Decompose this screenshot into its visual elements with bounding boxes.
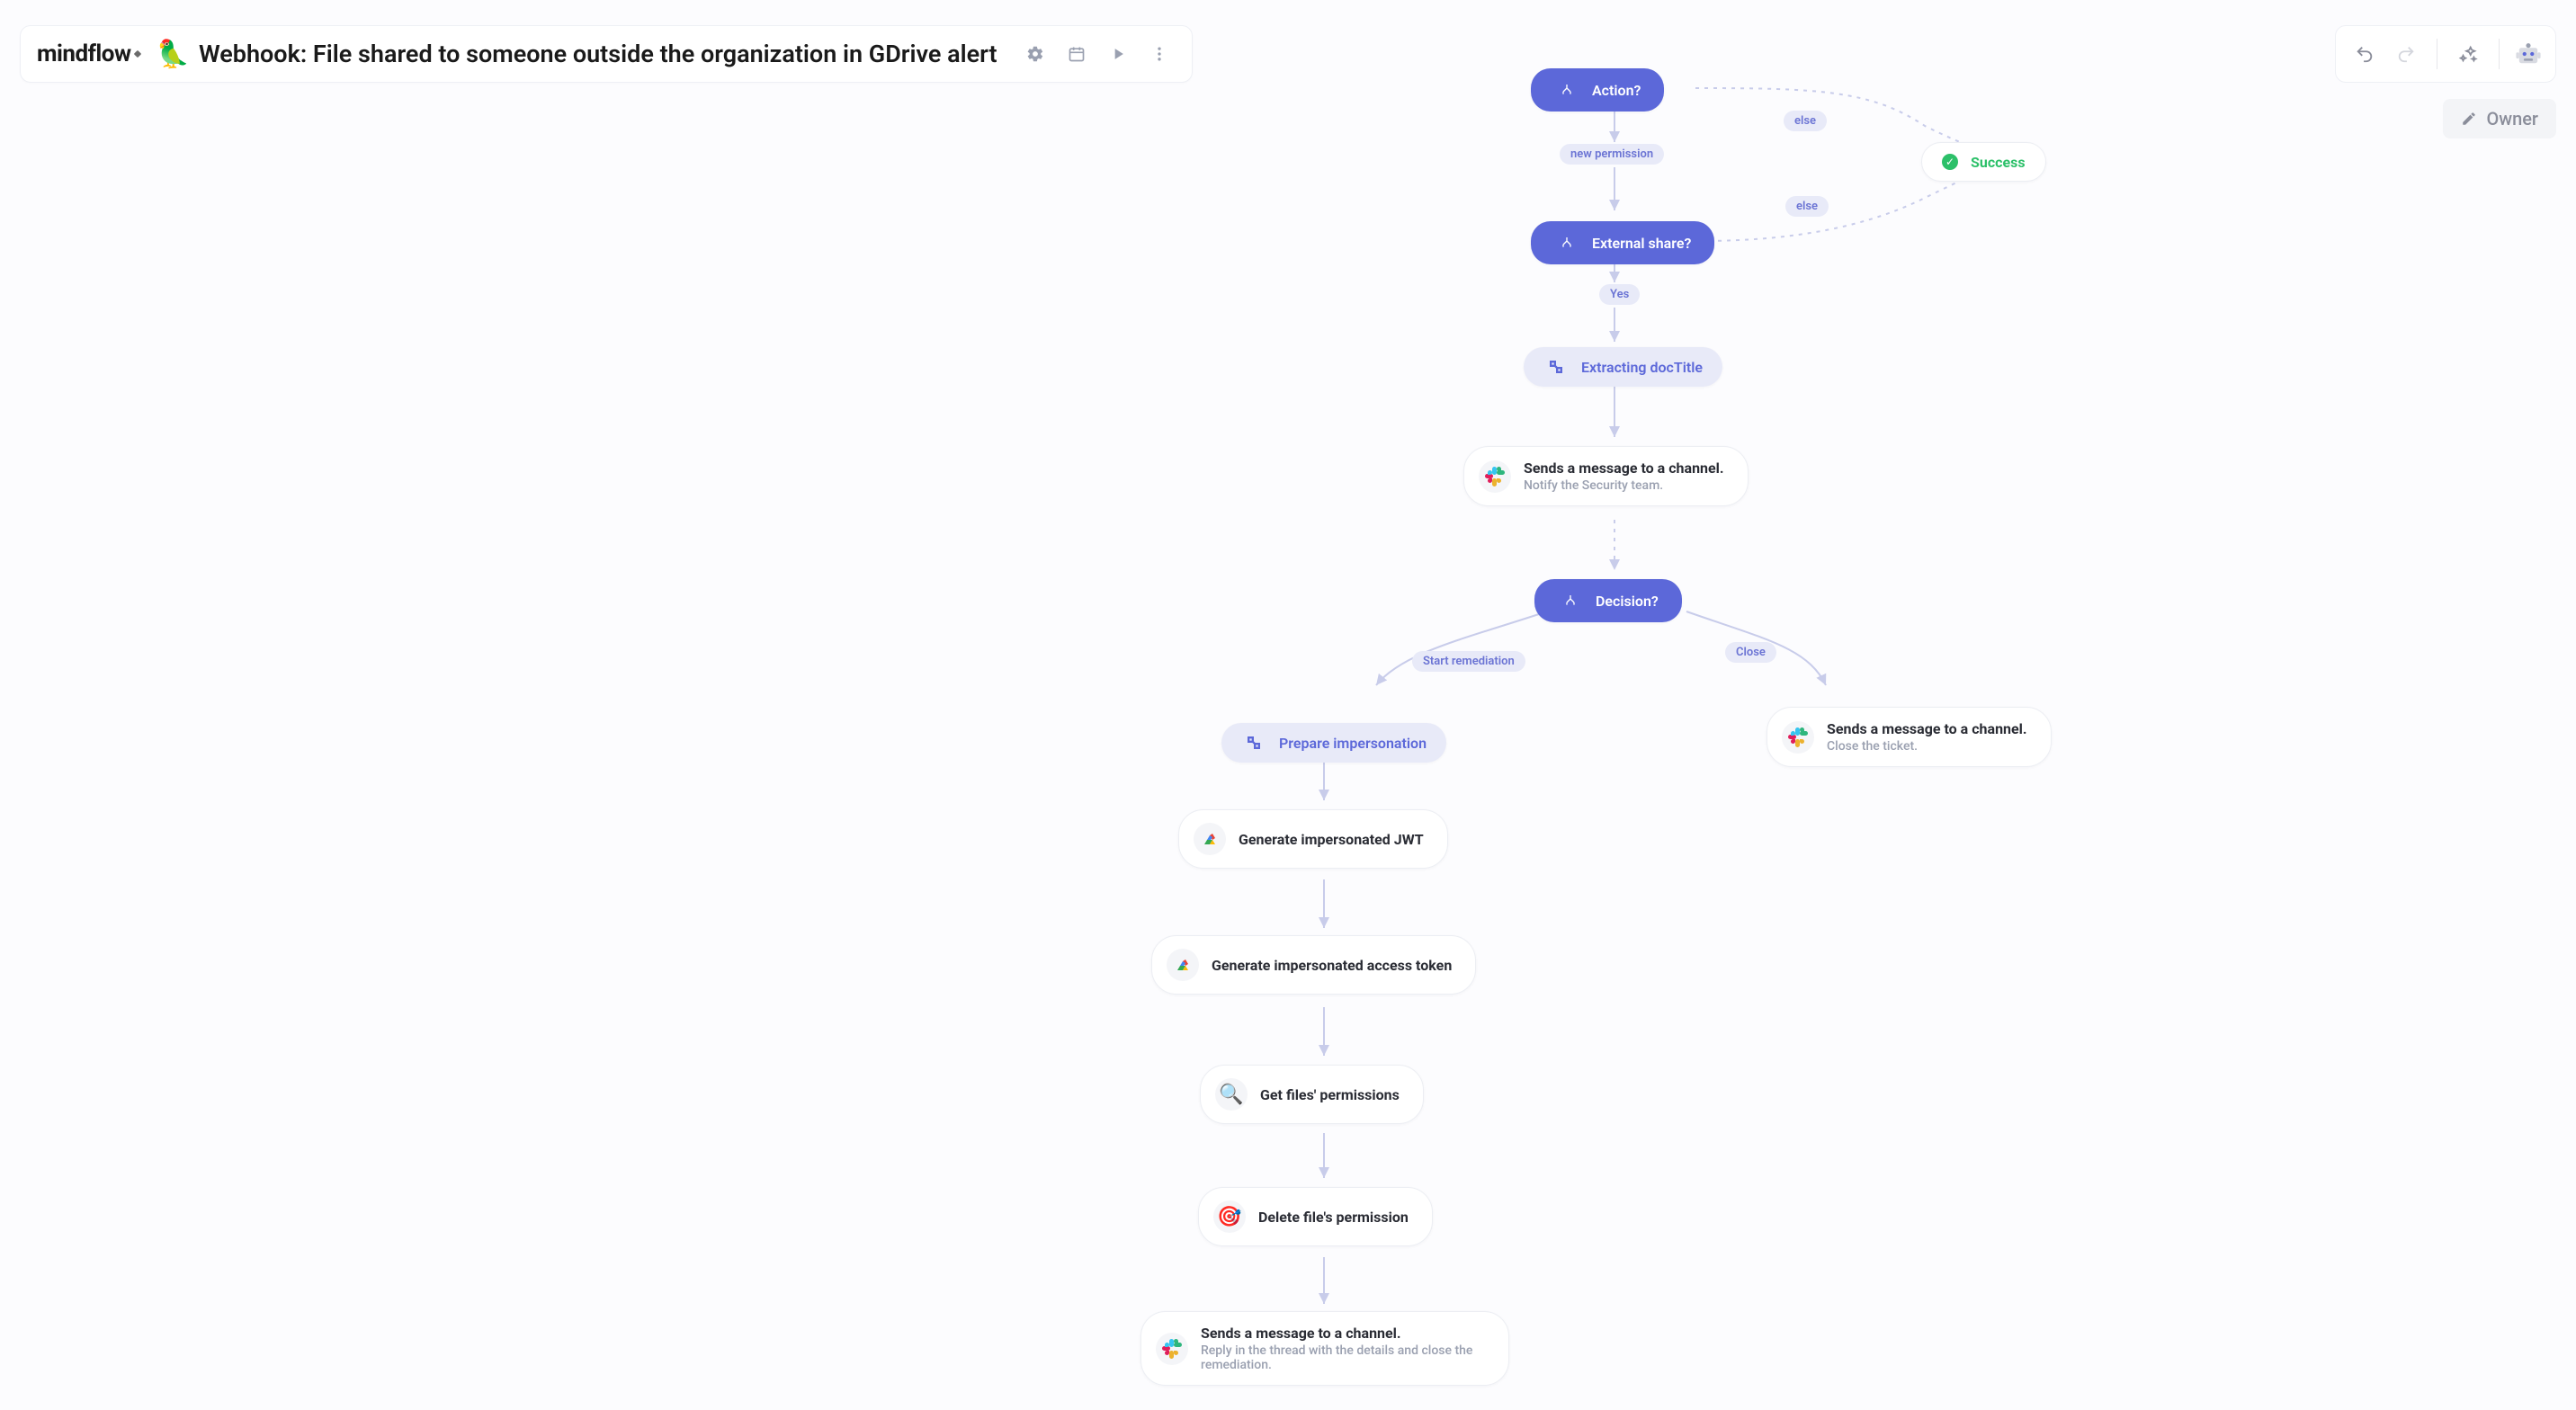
- transform-icon: [1241, 730, 1266, 755]
- slack-icon: [1479, 460, 1511, 493]
- edge-label-else-2: else: [1785, 196, 1829, 217]
- node-slack-reply-sub: Reply in the thread with the details and…: [1201, 1343, 1485, 1372]
- branch-icon: [1554, 77, 1579, 103]
- node-token-title: Generate impersonated access token: [1212, 957, 1452, 974]
- node-extracting[interactable]: Extracting docTitle: [1524, 347, 1722, 387]
- node-external-share-title: External share?: [1592, 235, 1691, 252]
- workflow-canvas[interactable]: else new permission else Yes Start remed…: [0, 0, 2576, 1410]
- target-icon: 🎯: [1213, 1200, 1246, 1233]
- branch-icon: [1554, 230, 1579, 255]
- node-prepare[interactable]: Prepare impersonation: [1221, 723, 1446, 763]
- node-slack-notify[interactable]: Sends a message to a channel. Notify the…: [1463, 446, 1749, 506]
- edge-label-start-remediation: Start remediation: [1412, 651, 1525, 672]
- node-jwt[interactable]: Generate impersonated JWT: [1178, 809, 1448, 869]
- node-slack-close-title: Sends a message to a channel.: [1827, 720, 2027, 737]
- node-success[interactable]: ✓ Success: [1921, 142, 2046, 182]
- edge-label-close: Close: [1725, 642, 1776, 663]
- node-decision[interactable]: Decision?: [1534, 579, 1682, 622]
- node-slack-close-sub: Close the ticket.: [1827, 739, 2027, 754]
- google-cloud-icon: [1194, 823, 1226, 855]
- search-icon: 🔍: [1215, 1078, 1248, 1111]
- transform-icon: [1543, 354, 1569, 379]
- node-external-share[interactable]: External share?: [1531, 221, 1714, 264]
- node-delete-perm-title: Delete file's permission: [1258, 1209, 1409, 1226]
- node-slack-close[interactable]: Sends a message to a channel. Close the …: [1767, 707, 2052, 767]
- node-slack-reply-title: Sends a message to a channel.: [1201, 1325, 1485, 1342]
- node-slack-notify-title: Sends a message to a channel.: [1524, 460, 1724, 477]
- node-extracting-title: Extracting docTitle: [1581, 359, 1703, 376]
- slack-icon: [1156, 1333, 1188, 1365]
- node-prepare-title: Prepare impersonation: [1279, 735, 1427, 752]
- google-cloud-icon: [1167, 949, 1199, 981]
- edge-label-yes: Yes: [1599, 284, 1640, 305]
- edge-label-else: else: [1784, 111, 1827, 131]
- node-action[interactable]: Action?: [1531, 68, 1664, 112]
- node-action-title: Action?: [1592, 82, 1641, 99]
- node-delete-perm[interactable]: 🎯 Delete file's permission: [1198, 1187, 1433, 1246]
- edge-label-new-permission: new permission: [1560, 144, 1664, 165]
- node-decision-title: Decision?: [1596, 593, 1659, 610]
- slack-icon: [1782, 721, 1814, 754]
- node-get-perms[interactable]: 🔍 Get files' permissions: [1200, 1065, 1424, 1124]
- node-success-title: Success: [1971, 154, 2026, 171]
- node-jwt-title: Generate impersonated JWT: [1239, 831, 1424, 848]
- check-icon: ✓: [1942, 154, 1958, 170]
- branch-icon: [1558, 588, 1583, 613]
- node-slack-notify-sub: Notify the Security team.: [1524, 478, 1724, 493]
- node-get-perms-title: Get files' permissions: [1260, 1086, 1400, 1103]
- node-token[interactable]: Generate impersonated access token: [1151, 935, 1476, 995]
- node-slack-reply[interactable]: Sends a message to a channel. Reply in t…: [1140, 1311, 1509, 1386]
